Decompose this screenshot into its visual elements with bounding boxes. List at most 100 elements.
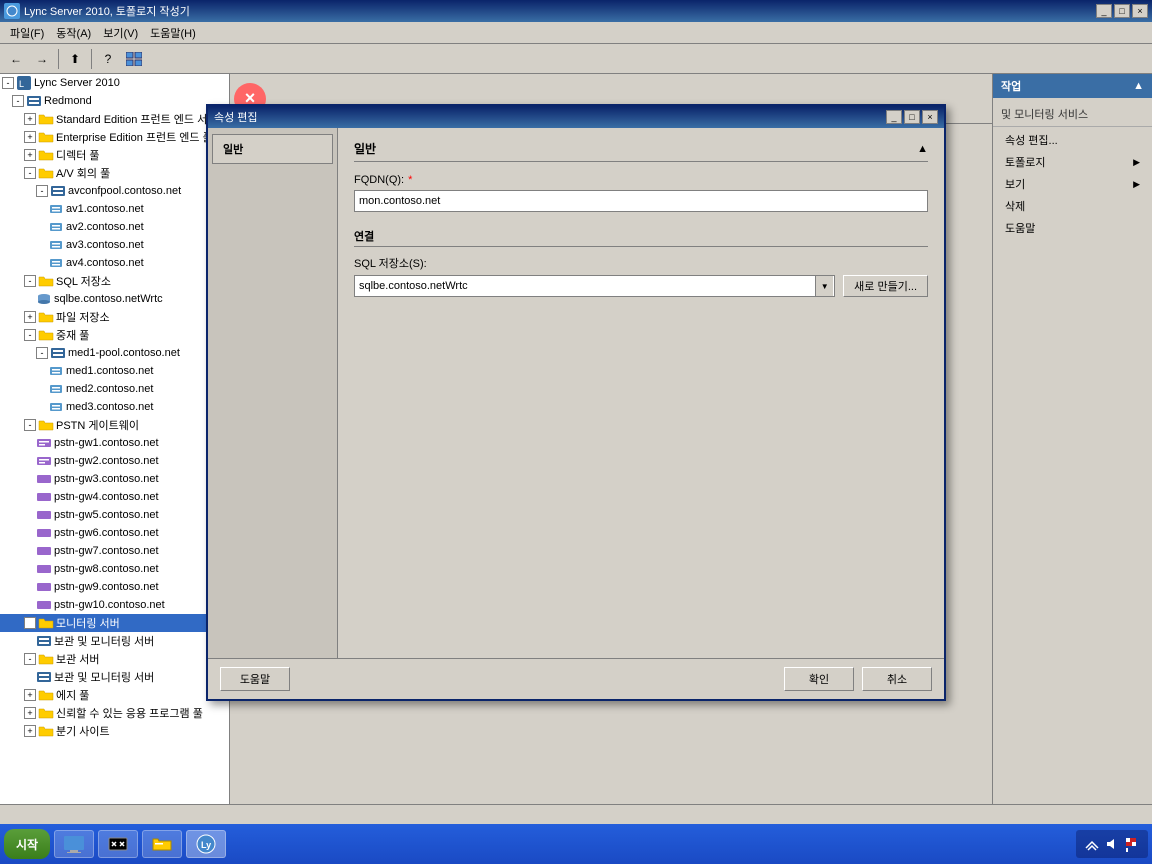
menu-file[interactable]: 파일(F): [4, 23, 50, 43]
modal-close[interactable]: ×: [922, 110, 938, 124]
modal-maximize[interactable]: □: [904, 110, 920, 124]
expand-ent[interactable]: +: [24, 131, 36, 143]
tree-avconfpool[interactable]: - avconfpool.contoso.net: [0, 182, 229, 200]
tree-med2[interactable]: med2.contoso.net: [0, 380, 229, 398]
sql-select[interactable]: sqlbe.contoso.netWrtc: [354, 275, 835, 297]
collapse-section-icon[interactable]: ▲: [917, 143, 928, 155]
expand-dir[interactable]: +: [24, 149, 36, 161]
tree-pstn-gw1[interactable]: pstn-gw1.contoso.net: [0, 434, 229, 452]
tree-ent-label: Enterprise Edition 프런트 엔드 풀: [56, 129, 213, 145]
taskbar-item-4[interactable]: Ly: [186, 830, 226, 858]
tree-archive[interactable]: - 보관 서버: [0, 650, 229, 668]
view-button[interactable]: [122, 47, 146, 71]
tree-pstn-gw10[interactable]: pstn-gw10.contoso.net: [0, 596, 229, 614]
start-button[interactable]: 시작: [4, 829, 50, 859]
expand-root[interactable]: -: [2, 77, 14, 89]
tree-pstn-gw3[interactable]: pstn-gw3.contoso.net: [0, 470, 229, 488]
expand-av[interactable]: -: [24, 167, 36, 179]
tree-pstn-gw2[interactable]: pstn-gw2.contoso.net: [0, 452, 229, 470]
tree-branch[interactable]: + 분기 사이트: [0, 722, 229, 740]
tree-av2[interactable]: av2.contoso.net: [0, 218, 229, 236]
tree-pstn-gw4[interactable]: pstn-gw4.contoso.net: [0, 488, 229, 506]
expand-edge[interactable]: +: [24, 689, 36, 701]
modal-minimize[interactable]: _: [886, 110, 902, 124]
tree-root-label: Lync Server 2010: [34, 77, 120, 89]
close-button[interactable]: ×: [1132, 4, 1148, 18]
tree-file-storage[interactable]: + 파일 저장소: [0, 308, 229, 326]
up-button[interactable]: ⬆: [63, 47, 87, 71]
tree-pstn-gw6[interactable]: pstn-gw6.contoso.net: [0, 524, 229, 542]
tree-enterprise-edition[interactable]: + Enterprise Edition 프런트 엔드 풀: [0, 128, 229, 146]
action-delete[interactable]: 삭제: [993, 195, 1152, 217]
minimize-button[interactable]: _: [1096, 4, 1112, 18]
tree-director-pool[interactable]: + 디렉터 풀: [0, 146, 229, 164]
action-properties[interactable]: 속성 편집...: [993, 129, 1152, 151]
expand-mon[interactable]: -: [24, 617, 36, 629]
modal-tab-general[interactable]: 일반: [212, 134, 333, 164]
tree-arch-node[interactable]: 보관 및 모니터링 서버: [0, 668, 229, 686]
maximize-button[interactable]: □: [1114, 4, 1130, 18]
expand-trusted[interactable]: +: [24, 707, 36, 719]
expand-med1[interactable]: -: [36, 347, 48, 359]
tree-sqlbe[interactable]: sqlbe.contoso.netWrtc: [0, 290, 229, 308]
tree-av3[interactable]: av3.contoso.net: [0, 236, 229, 254]
flag-icon: [1124, 836, 1140, 852]
taskbar-item-1[interactable]: [54, 830, 94, 858]
tree-pstn-gw5[interactable]: pstn-gw5.contoso.net: [0, 506, 229, 524]
modal-controls[interactable]: _ □ ×: [886, 110, 938, 124]
forward-button[interactable]: →: [30, 47, 54, 71]
tree-av-pool[interactable]: - A/V 회의 풀: [0, 164, 229, 182]
action-view[interactable]: 보기 ▶: [993, 173, 1152, 195]
tree-standard-edition[interactable]: + Standard Edition 프런트 엔드 서버: [0, 110, 229, 128]
expand-branch[interactable]: +: [24, 725, 36, 737]
tree-av1[interactable]: av1.contoso.net: [0, 200, 229, 218]
back-button[interactable]: ←: [4, 47, 28, 71]
tree-med-pool[interactable]: - 중재 풀: [0, 326, 229, 344]
new-button[interactable]: 새로 만들기...: [843, 275, 928, 297]
tree-av4[interactable]: av4.contoso.net: [0, 254, 229, 272]
action-help[interactable]: 도움말: [993, 217, 1152, 239]
menu-action[interactable]: 동작(A): [50, 23, 97, 43]
tree-med3[interactable]: med3.contoso.net: [0, 398, 229, 416]
tree-trusted[interactable]: + 신뢰할 수 있는 응용 프로그램 풀: [0, 704, 229, 722]
tree-pstn[interactable]: - PSTN 게이트웨이: [0, 416, 229, 434]
tree-redmond[interactable]: - Redmond: [0, 92, 229, 110]
tree-sql[interactable]: - SQL 저장소: [0, 272, 229, 290]
tree-med1pool[interactable]: - med1-pool.contoso.net: [0, 344, 229, 362]
help-footer-button[interactable]: 도움말: [220, 667, 290, 691]
window-controls[interactable]: _ □ ×: [1096, 4, 1148, 18]
tree-pstn-gw9[interactable]: pstn-gw9.contoso.net: [0, 578, 229, 596]
tree-edge[interactable]: + 에지 풀: [0, 686, 229, 704]
expand-file[interactable]: +: [24, 311, 36, 323]
collapse-icon[interactable]: ▲: [1133, 80, 1144, 92]
menu-view[interactable]: 보기(V): [97, 23, 144, 43]
expand-arch[interactable]: -: [24, 653, 36, 665]
arrow-icon-1: ▶: [1133, 157, 1140, 168]
node-med3: [48, 399, 64, 415]
expand-med[interactable]: -: [24, 329, 36, 341]
action-topology-label: 토폴로지: [1005, 154, 1045, 170]
taskbar-item-3[interactable]: [142, 830, 182, 858]
expand-avconf[interactable]: -: [36, 185, 48, 197]
tree-pstn-gw7[interactable]: pstn-gw7.contoso.net: [0, 542, 229, 560]
expand-std[interactable]: +: [24, 113, 36, 125]
help-button[interactable]: ?: [96, 47, 120, 71]
folder-med-icon: [38, 327, 54, 343]
ok-button[interactable]: 확인: [784, 667, 854, 691]
tree-mon-node[interactable]: 보관 및 모니터링 서버: [0, 632, 229, 650]
expand-pstn[interactable]: -: [24, 419, 36, 431]
menu-help[interactable]: 도움말(H): [144, 23, 202, 43]
tree-root[interactable]: - L Lync Server 2010: [0, 74, 229, 92]
expand-redmond[interactable]: -: [12, 95, 24, 107]
folder-mon-icon: [38, 615, 54, 631]
action-topology[interactable]: 토폴로지 ▶: [993, 151, 1152, 173]
tree-monitoring[interactable]: - 모니터링 서버: [0, 614, 229, 632]
taskbar-item-2[interactable]: [98, 830, 138, 858]
tree-med1[interactable]: med1.contoso.net: [0, 362, 229, 380]
cancel-button[interactable]: 취소: [862, 667, 932, 691]
tree-pstn-gw8[interactable]: pstn-gw8.contoso.net: [0, 560, 229, 578]
expand-sql[interactable]: -: [24, 275, 36, 287]
gw-icon-1: [36, 435, 52, 451]
fqdn-input[interactable]: [354, 190, 928, 212]
tree-med3-label: med3.contoso.net: [66, 401, 153, 413]
